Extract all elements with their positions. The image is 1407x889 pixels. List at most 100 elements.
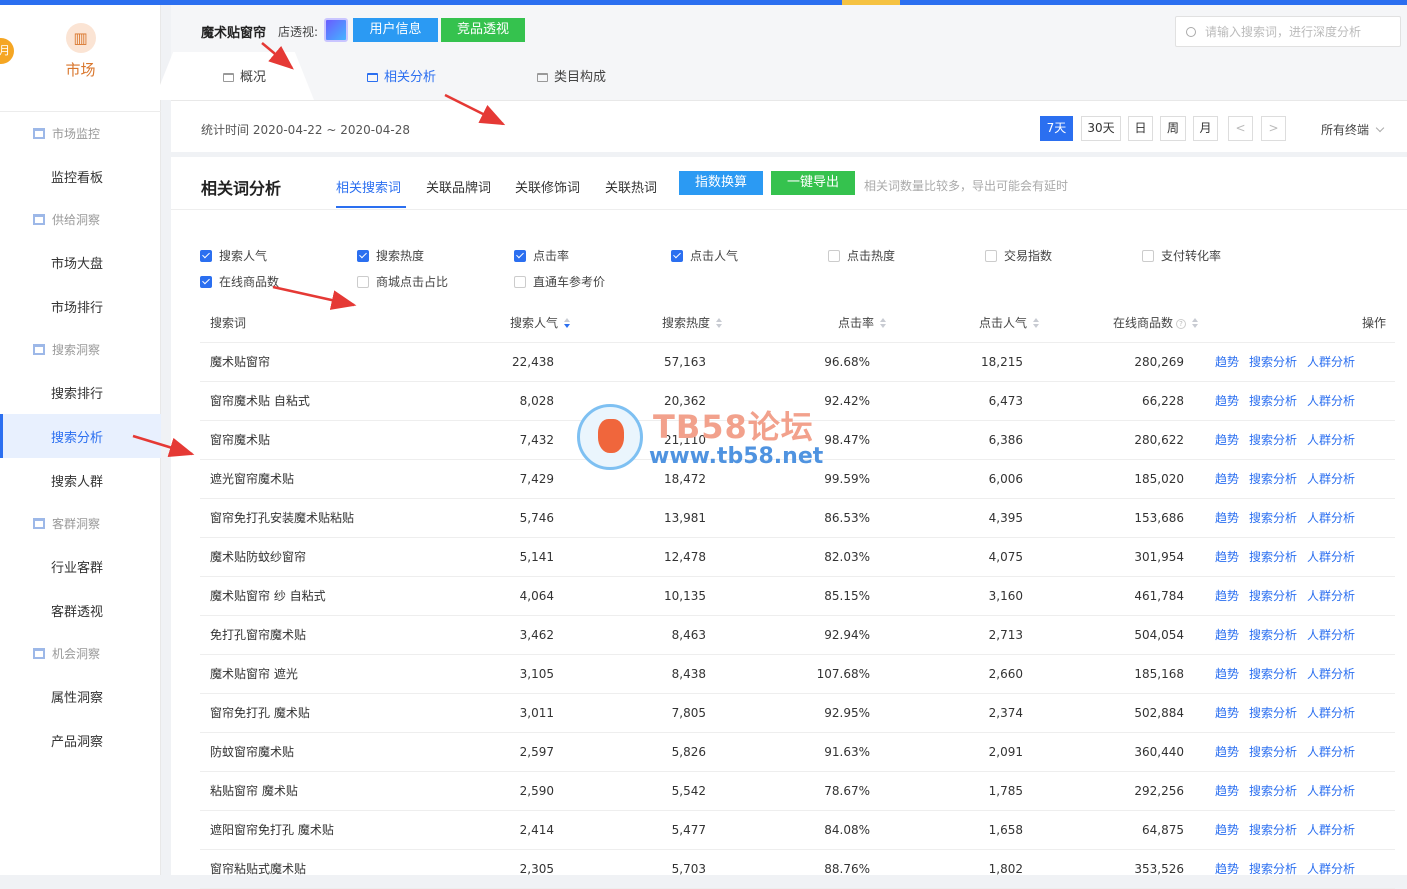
metric-option[interactable]: 点击率 bbox=[514, 247, 569, 264]
col-click-pop[interactable]: 点击人气 bbox=[940, 304, 1039, 343]
checkbox-icon[interactable] bbox=[357, 275, 369, 288]
crowd-analysis-link[interactable]: 人群分析 bbox=[1307, 499, 1355, 538]
period-day[interactable]: 日 bbox=[1128, 116, 1153, 141]
tab-related-analysis[interactable]: 相关分析 bbox=[367, 55, 436, 100]
metric-option[interactable]: 直通车参考价 bbox=[514, 273, 605, 290]
trend-link[interactable]: 趋势 bbox=[1215, 850, 1239, 889]
search-input[interactable] bbox=[1205, 24, 1395, 39]
crowd-analysis-link[interactable]: 人群分析 bbox=[1307, 538, 1355, 577]
prev-period-button[interactable]: < bbox=[1228, 116, 1253, 141]
terminal-select[interactable]: 所有终端 bbox=[1321, 121, 1385, 138]
search-analysis-link[interactable]: 搜索分析 bbox=[1249, 655, 1297, 694]
crowd-analysis-link[interactable]: 人群分析 bbox=[1307, 694, 1355, 733]
trend-link[interactable]: 趋势 bbox=[1215, 655, 1239, 694]
trend-link[interactable]: 趋势 bbox=[1215, 460, 1239, 499]
trend-link[interactable]: 趋势 bbox=[1215, 538, 1239, 577]
metric-option[interactable]: 在线商品数 bbox=[200, 273, 279, 290]
sidebar-item[interactable]: 行业客群 bbox=[0, 544, 161, 588]
trend-link[interactable]: 趋势 bbox=[1215, 772, 1239, 811]
compete-view-button[interactable]: 竞品透视 bbox=[441, 18, 525, 42]
trend-link[interactable]: 趋势 bbox=[1215, 811, 1239, 850]
crowd-analysis-link[interactable]: 人群分析 bbox=[1307, 577, 1355, 616]
trend-link[interactable]: 趋势 bbox=[1215, 382, 1239, 421]
metric-option[interactable]: 支付转化率 bbox=[1142, 247, 1221, 264]
checkbox-icon[interactable] bbox=[1142, 249, 1154, 262]
sidebar-item[interactable]: 市场大盘 bbox=[0, 240, 161, 284]
sidebar-item[interactable]: 搜索人群 bbox=[0, 458, 161, 502]
search-analysis-link[interactable]: 搜索分析 bbox=[1249, 733, 1297, 772]
next-period-button[interactable]: > bbox=[1261, 116, 1286, 141]
period-30d[interactable]: 30天 bbox=[1081, 116, 1121, 141]
checkbox-checked-icon[interactable] bbox=[514, 249, 526, 262]
search-analysis-link[interactable]: 搜索分析 bbox=[1249, 616, 1297, 655]
crowd-analysis-link[interactable]: 人群分析 bbox=[1307, 421, 1355, 460]
search-analysis-link[interactable]: 搜索分析 bbox=[1249, 694, 1297, 733]
checkbox-checked-icon[interactable] bbox=[357, 249, 369, 262]
shop-icon[interactable] bbox=[324, 18, 348, 42]
search-analysis-link[interactable]: 搜索分析 bbox=[1249, 499, 1297, 538]
crowd-analysis-link[interactable]: 人群分析 bbox=[1307, 850, 1355, 889]
metric-option[interactable]: 搜索人气 bbox=[200, 247, 267, 264]
checkbox-icon[interactable] bbox=[985, 249, 997, 262]
checkbox-checked-icon[interactable] bbox=[200, 249, 212, 262]
sidebar-item[interactable]: 监控看板 bbox=[0, 154, 161, 198]
trend-link[interactable]: 趋势 bbox=[1215, 421, 1239, 460]
crowd-analysis-link[interactable]: 人群分析 bbox=[1307, 772, 1355, 811]
checkbox-icon[interactable] bbox=[828, 249, 840, 262]
search-analysis-link[interactable]: 搜索分析 bbox=[1249, 772, 1297, 811]
user-info-button[interactable]: 用户信息 bbox=[353, 18, 438, 42]
tab-overview[interactable]: 概况 bbox=[223, 55, 266, 100]
search-analysis-link[interactable]: 搜索分析 bbox=[1249, 343, 1297, 382]
checkbox-icon[interactable] bbox=[514, 275, 526, 288]
crowd-analysis-link[interactable]: 人群分析 bbox=[1307, 733, 1355, 772]
subtab-brand[interactable]: 关联品牌词 bbox=[426, 177, 491, 196]
trend-link[interactable]: 趋势 bbox=[1215, 343, 1239, 382]
crowd-analysis-link[interactable]: 人群分析 bbox=[1307, 460, 1355, 499]
search-analysis-link[interactable]: 搜索分析 bbox=[1249, 421, 1297, 460]
trend-link[interactable]: 趋势 bbox=[1215, 694, 1239, 733]
index-convert-button[interactable]: 指数换算 bbox=[679, 171, 763, 195]
sidebar-item[interactable]: 搜索分析 bbox=[0, 414, 161, 458]
sidebar-item[interactable]: 搜索排行 bbox=[0, 370, 161, 414]
export-button[interactable]: 一键导出 bbox=[771, 171, 855, 195]
sidebar-item[interactable]: 客群透视 bbox=[0, 588, 161, 632]
col-ctr[interactable]: 点击率 bbox=[790, 304, 886, 343]
crowd-analysis-link[interactable]: 人群分析 bbox=[1307, 616, 1355, 655]
period-month[interactable]: 月 bbox=[1193, 116, 1218, 141]
crowd-analysis-link[interactable]: 人群分析 bbox=[1307, 343, 1355, 382]
crowd-analysis-link[interactable]: 人群分析 bbox=[1307, 655, 1355, 694]
crowd-analysis-link[interactable]: 人群分析 bbox=[1307, 811, 1355, 850]
col-search-pop[interactable]: 搜索人气 bbox=[470, 304, 570, 343]
sidebar-item[interactable]: 市场排行 bbox=[0, 284, 161, 328]
subtab-modifier[interactable]: 关联修饰词 bbox=[515, 177, 580, 196]
search-box[interactable] bbox=[1175, 16, 1401, 47]
metric-option[interactable]: 点击人气 bbox=[671, 247, 738, 264]
checkbox-checked-icon[interactable] bbox=[671, 249, 683, 262]
subtab-hot[interactable]: 关联热词 bbox=[605, 177, 657, 196]
subtab-related-search[interactable]: 相关搜索词 bbox=[336, 177, 401, 196]
col-search-heat[interactable]: 搜索热度 bbox=[620, 304, 722, 343]
period-week[interactable]: 周 bbox=[1160, 116, 1186, 141]
search-analysis-link[interactable]: 搜索分析 bbox=[1249, 538, 1297, 577]
search-analysis-link[interactable]: 搜索分析 bbox=[1249, 850, 1297, 889]
col-online-items[interactable]: 在线商品数? bbox=[1060, 304, 1198, 343]
trend-link[interactable]: 趋势 bbox=[1215, 616, 1239, 655]
trend-link[interactable]: 趋势 bbox=[1215, 733, 1239, 772]
search-analysis-link[interactable]: 搜索分析 bbox=[1249, 577, 1297, 616]
checkbox-checked-icon[interactable] bbox=[200, 275, 212, 288]
search-analysis-link[interactable]: 搜索分析 bbox=[1249, 460, 1297, 499]
metric-option[interactable]: 点击热度 bbox=[828, 247, 895, 264]
brand[interactable]: ▥ 市场 bbox=[0, 23, 161, 80]
sidebar-item[interactable]: 产品洞察 bbox=[0, 718, 161, 762]
help-icon[interactable]: ? bbox=[1176, 318, 1186, 329]
search-analysis-link[interactable]: 搜索分析 bbox=[1249, 382, 1297, 421]
sidebar-item[interactable]: 属性洞察 bbox=[0, 674, 161, 718]
tab-category[interactable]: 类目构成 bbox=[537, 55, 606, 100]
crowd-analysis-link[interactable]: 人群分析 bbox=[1307, 382, 1355, 421]
metric-option[interactable]: 交易指数 bbox=[985, 247, 1052, 264]
trend-link[interactable]: 趋势 bbox=[1215, 499, 1239, 538]
trend-link[interactable]: 趋势 bbox=[1215, 577, 1239, 616]
period-7d[interactable]: 7天 bbox=[1040, 116, 1073, 141]
metric-option[interactable]: 搜索热度 bbox=[357, 247, 424, 264]
search-analysis-link[interactable]: 搜索分析 bbox=[1249, 811, 1297, 850]
